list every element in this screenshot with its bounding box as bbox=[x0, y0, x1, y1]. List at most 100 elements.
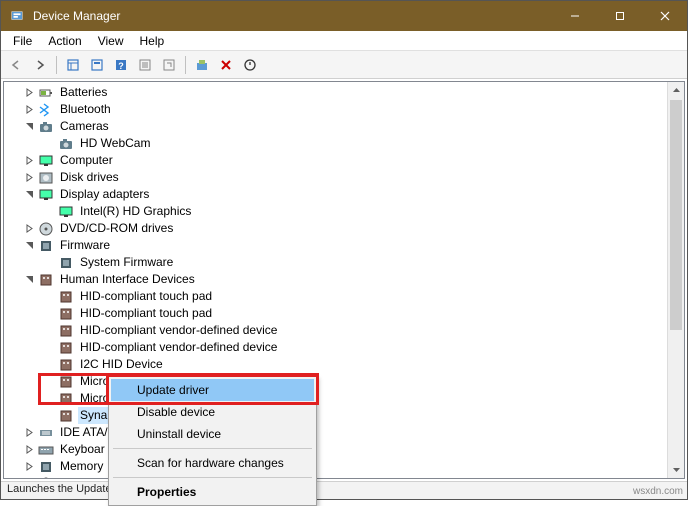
vertical-scrollbar[interactable] bbox=[667, 82, 684, 478]
tree-node-ide[interactable]: IDE ATA/ bbox=[4, 424, 684, 441]
toolbar-separator bbox=[185, 56, 186, 74]
tree-expander-none bbox=[44, 308, 55, 319]
tree-expander[interactable] bbox=[24, 172, 35, 183]
scroll-down-button[interactable] bbox=[668, 461, 684, 478]
chip-icon bbox=[58, 255, 74, 271]
monitor-icon bbox=[58, 204, 74, 220]
tree-expander[interactable] bbox=[24, 274, 35, 285]
hid-icon bbox=[58, 357, 74, 373]
menu-file[interactable]: File bbox=[5, 32, 40, 50]
tree-node-sysfw[interactable]: System Firmware bbox=[4, 254, 684, 271]
monitor-icon bbox=[38, 153, 54, 169]
tree-node-cameras[interactable]: Cameras bbox=[4, 118, 684, 135]
tree-node-mice[interactable]: Mice and bbox=[4, 475, 684, 479]
menu-action[interactable]: Action bbox=[40, 32, 89, 50]
export-list-button[interactable] bbox=[86, 54, 108, 76]
chip-icon bbox=[38, 459, 54, 475]
tree-node-intelhd[interactable]: Intel(R) HD Graphics bbox=[4, 203, 684, 220]
maximize-button[interactable] bbox=[597, 1, 642, 31]
tree-node-label: Display adapters bbox=[58, 186, 151, 203]
scan-hardware-button[interactable] bbox=[191, 54, 213, 76]
tree-node-hid-vd2[interactable]: HID-compliant vendor-defined device bbox=[4, 339, 684, 356]
tree-node-label: Cameras bbox=[58, 118, 111, 135]
tree-node-computer[interactable]: Computer bbox=[4, 152, 684, 169]
ide-icon bbox=[38, 425, 54, 441]
tree-expander-none bbox=[44, 325, 55, 336]
scroll-thumb[interactable] bbox=[670, 100, 682, 330]
tree-node-display[interactable]: Display adapters bbox=[4, 186, 684, 203]
tree-node-bluetooth[interactable]: Bluetooth bbox=[4, 101, 684, 118]
context-uninstall-device[interactable]: Uninstall device bbox=[111, 423, 314, 445]
toolbar-separator bbox=[56, 56, 57, 74]
hid-icon bbox=[38, 272, 54, 288]
tree-node-msicd1[interactable]: Microsoft Input Configuration Device bbox=[4, 373, 684, 390]
tree-node-hid-tp1[interactable]: HID-compliant touch pad bbox=[4, 288, 684, 305]
tree-node-batteries[interactable]: Batteries bbox=[4, 84, 684, 101]
close-button[interactable] bbox=[642, 1, 687, 31]
back-button[interactable] bbox=[5, 54, 27, 76]
tree-node-label: HID-compliant vendor-defined device bbox=[78, 339, 279, 356]
refresh-button[interactable] bbox=[158, 54, 180, 76]
minimize-button[interactable] bbox=[552, 1, 597, 31]
tree-expander[interactable] bbox=[24, 104, 35, 115]
keyboard-icon bbox=[38, 442, 54, 458]
context-separator bbox=[113, 448, 312, 449]
tree-node-label: HD WebCam bbox=[78, 135, 152, 152]
tree-expander[interactable] bbox=[24, 189, 35, 200]
tree-node-label: HID-compliant touch pad bbox=[78, 288, 214, 305]
scroll-up-button[interactable] bbox=[668, 82, 684, 99]
menu-help[interactable]: Help bbox=[132, 32, 173, 50]
tree-node-label: Keyboar bbox=[58, 441, 107, 458]
uninstall-button[interactable] bbox=[215, 54, 237, 76]
tree-expander[interactable] bbox=[24, 223, 35, 234]
tree-expander[interactable] bbox=[24, 478, 35, 479]
tree-node-label: Computer bbox=[58, 152, 115, 169]
context-menu: Update driver Disable device Uninstall d… bbox=[108, 376, 317, 506]
device-tree[interactable]: BatteriesBluetoothCamerasHD WebCamComput… bbox=[3, 81, 685, 479]
disc-icon bbox=[38, 221, 54, 237]
statusbar: Launches the Update Driver Wizard for th… bbox=[1, 481, 687, 499]
bluetooth-icon bbox=[38, 102, 54, 118]
tree-node-hid[interactable]: Human Interface Devices bbox=[4, 271, 684, 288]
context-update-driver[interactable]: Update driver bbox=[111, 379, 314, 401]
tree-expander[interactable] bbox=[24, 240, 35, 251]
tree-expander[interactable] bbox=[24, 87, 35, 98]
tree-node-label: Human Interface Devices bbox=[58, 271, 197, 288]
disable-button[interactable] bbox=[239, 54, 261, 76]
tree-node-label: Memory bbox=[58, 458, 105, 475]
context-disable-device[interactable]: Disable device bbox=[111, 401, 314, 423]
tree-expander-none bbox=[44, 291, 55, 302]
toolbar: ? bbox=[1, 51, 687, 79]
menu-view[interactable]: View bbox=[90, 32, 132, 50]
context-scan-hardware[interactable]: Scan for hardware changes bbox=[111, 452, 314, 474]
tree-expander[interactable] bbox=[24, 427, 35, 438]
tree-expander[interactable] bbox=[24, 121, 35, 132]
help-button[interactable]: ? bbox=[110, 54, 132, 76]
camera-icon bbox=[58, 136, 74, 152]
tree-node-memory[interactable]: Memory bbox=[4, 458, 684, 475]
tree-expander[interactable] bbox=[24, 444, 35, 455]
show-hide-console-button[interactable] bbox=[62, 54, 84, 76]
hid-icon bbox=[58, 391, 74, 407]
tree-node-hid-tp2[interactable]: HID-compliant touch pad bbox=[4, 305, 684, 322]
tree-node-i2c[interactable]: I2C HID Device bbox=[4, 356, 684, 373]
tree-expander[interactable] bbox=[24, 155, 35, 166]
tree-node-firmware[interactable]: Firmware bbox=[4, 237, 684, 254]
tree-node-hdwebcam[interactable]: HD WebCam bbox=[4, 135, 684, 152]
tree-node-label: System Firmware bbox=[78, 254, 175, 271]
tree-node-label: Mice and bbox=[58, 475, 111, 479]
tree-node-dvd[interactable]: DVD/CD-ROM drives bbox=[4, 220, 684, 237]
tree-node-msicd2[interactable]: Microsoft Input Configuration Device bbox=[4, 390, 684, 407]
tree-expander-none bbox=[44, 393, 55, 404]
hid-icon bbox=[58, 306, 74, 322]
tree-node-hid-vd1[interactable]: HID-compliant vendor-defined device bbox=[4, 322, 684, 339]
tree-expander-none bbox=[44, 376, 55, 387]
watermark: wsxdn.com bbox=[633, 486, 683, 497]
battery-icon bbox=[38, 85, 54, 101]
tree-expander[interactable] bbox=[24, 461, 35, 472]
tree-node-keyboard[interactable]: Keyboar bbox=[4, 441, 684, 458]
forward-button[interactable] bbox=[29, 54, 51, 76]
tree-node-disk[interactable]: Disk drives bbox=[4, 169, 684, 186]
properties-button[interactable] bbox=[134, 54, 156, 76]
tree-node-syna[interactable]: Synap bbox=[4, 407, 684, 424]
